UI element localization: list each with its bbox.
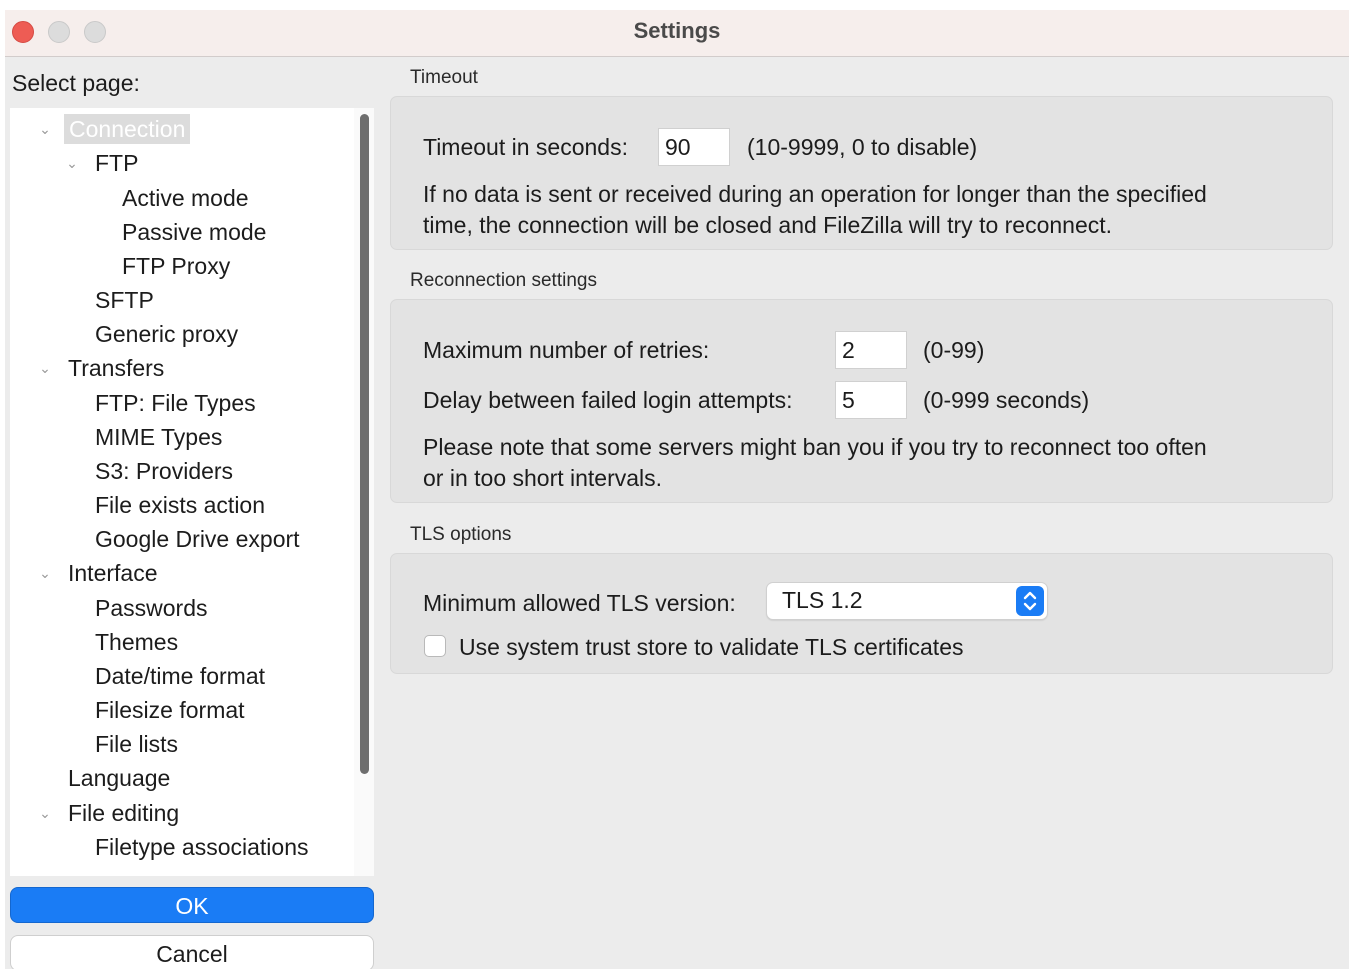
tree-item-ftp[interactable]: FTP xyxy=(95,148,138,178)
min-tls-version-select[interactable]: TLS 1.2 xyxy=(766,582,1048,620)
timeout-hint: (10-9999, 0 to disable) xyxy=(747,134,978,160)
settings-window: Settings Select page: ⌄ Connection ⌄ FTP… xyxy=(5,10,1349,969)
tree-item-file-editing[interactable]: File editing xyxy=(68,798,179,828)
tree-scrollbar[interactable] xyxy=(354,108,374,876)
timeout-description-line1: If no data is sent or received during an… xyxy=(423,181,1207,207)
max-retries-label: Maximum number of retries: xyxy=(423,337,710,363)
tree-item-passwords[interactable]: Passwords xyxy=(95,593,207,623)
trust-store-label[interactable]: Use system trust store to validate TLS c… xyxy=(459,634,963,661)
max-retries-input[interactable]: 2 xyxy=(835,331,907,369)
ok-button[interactable]: OK xyxy=(10,887,374,923)
reconnection-group-title: Reconnection settings xyxy=(410,270,597,291)
login-delay-input[interactable]: 5 xyxy=(835,381,907,419)
page-tree-panel: ⌄ Connection ⌄ FTP Active mode Passive m… xyxy=(10,108,374,876)
select-arrows-icon xyxy=(1016,586,1044,616)
tree-item-connection[interactable]: Connection xyxy=(64,114,191,144)
chevron-down-icon[interactable]: ⌄ xyxy=(32,798,58,828)
select-page-label: Select page: xyxy=(12,70,140,96)
tree-scrollbar-thumb[interactable] xyxy=(360,114,369,774)
tree-item-transfers[interactable]: Transfers xyxy=(68,353,164,383)
timeout-label: Timeout in seconds: xyxy=(423,134,628,160)
tree-item-language[interactable]: Language xyxy=(68,763,170,793)
tree-item-filetype-associations[interactable]: Filetype associations xyxy=(95,832,309,862)
reconnection-note-line2: or in too short intervals. xyxy=(423,465,663,491)
timeout-group-title: Timeout xyxy=(410,67,478,88)
tree-item-passive-mode[interactable]: Passive mode xyxy=(122,217,266,247)
tree-item-generic-proxy[interactable]: Generic proxy xyxy=(95,319,238,349)
tree-item-ftp-proxy[interactable]: FTP Proxy xyxy=(122,251,230,281)
tree-item-mime-types[interactable]: MIME Types xyxy=(95,422,222,452)
tree-item-themes[interactable]: Themes xyxy=(95,627,178,657)
cancel-button[interactable]: Cancel xyxy=(10,935,374,969)
min-tls-version-label: Minimum allowed TLS version: xyxy=(423,590,736,616)
chevron-down-icon[interactable]: ⌄ xyxy=(32,353,58,383)
tree-item-file-lists[interactable]: File lists xyxy=(95,729,178,759)
login-delay-hint: (0-999 seconds) xyxy=(923,387,1090,413)
max-retries-hint: (0-99) xyxy=(923,337,985,363)
title-bar: Settings xyxy=(5,10,1349,57)
timeout-group: Timeout in seconds: 90 (10-9999, 0 to di… xyxy=(390,96,1333,250)
chevron-down-icon[interactable]: ⌄ xyxy=(32,558,58,588)
chevron-down-icon[interactable]: ⌄ xyxy=(32,114,58,144)
login-delay-label: Delay between failed login attempts: xyxy=(423,387,793,413)
tree-item-filesize-format[interactable]: Filesize format xyxy=(95,695,245,725)
trust-store-checkbox[interactable] xyxy=(424,635,446,657)
timeout-input[interactable]: 90 xyxy=(658,128,730,166)
chevron-down-icon[interactable]: ⌄ xyxy=(59,148,85,178)
window-title: Settings xyxy=(633,18,721,43)
tree-item-sftp[interactable]: SFTP xyxy=(95,285,154,315)
tree-item-interface[interactable]: Interface xyxy=(68,558,158,588)
tls-group: Minimum allowed TLS version: TLS 1.2 Use… xyxy=(390,553,1333,674)
tree-item-s3-providers[interactable]: S3: Providers xyxy=(95,456,233,486)
timeout-description-line2: time, the connection will be closed and … xyxy=(423,212,1113,238)
min-tls-version-value: TLS 1.2 xyxy=(782,587,863,613)
reconnection-note-line1: Please note that some servers might ban … xyxy=(423,434,1207,460)
tree-item-file-exists-action[interactable]: File exists action xyxy=(95,490,265,520)
tree-item-date-time-format[interactable]: Date/time format xyxy=(95,661,265,691)
reconnection-group: Maximum number of retries: 2 (0-99) Dela… xyxy=(390,299,1333,503)
tree-item-active-mode[interactable]: Active mode xyxy=(122,183,249,213)
tree-item-google-drive-export[interactable]: Google Drive export xyxy=(95,524,300,554)
page-tree: ⌄ Connection ⌄ FTP Active mode Passive m… xyxy=(10,108,354,876)
tls-group-title: TLS options xyxy=(410,524,512,545)
tree-item-ftp-file-types[interactable]: FTP: File Types xyxy=(95,388,256,418)
